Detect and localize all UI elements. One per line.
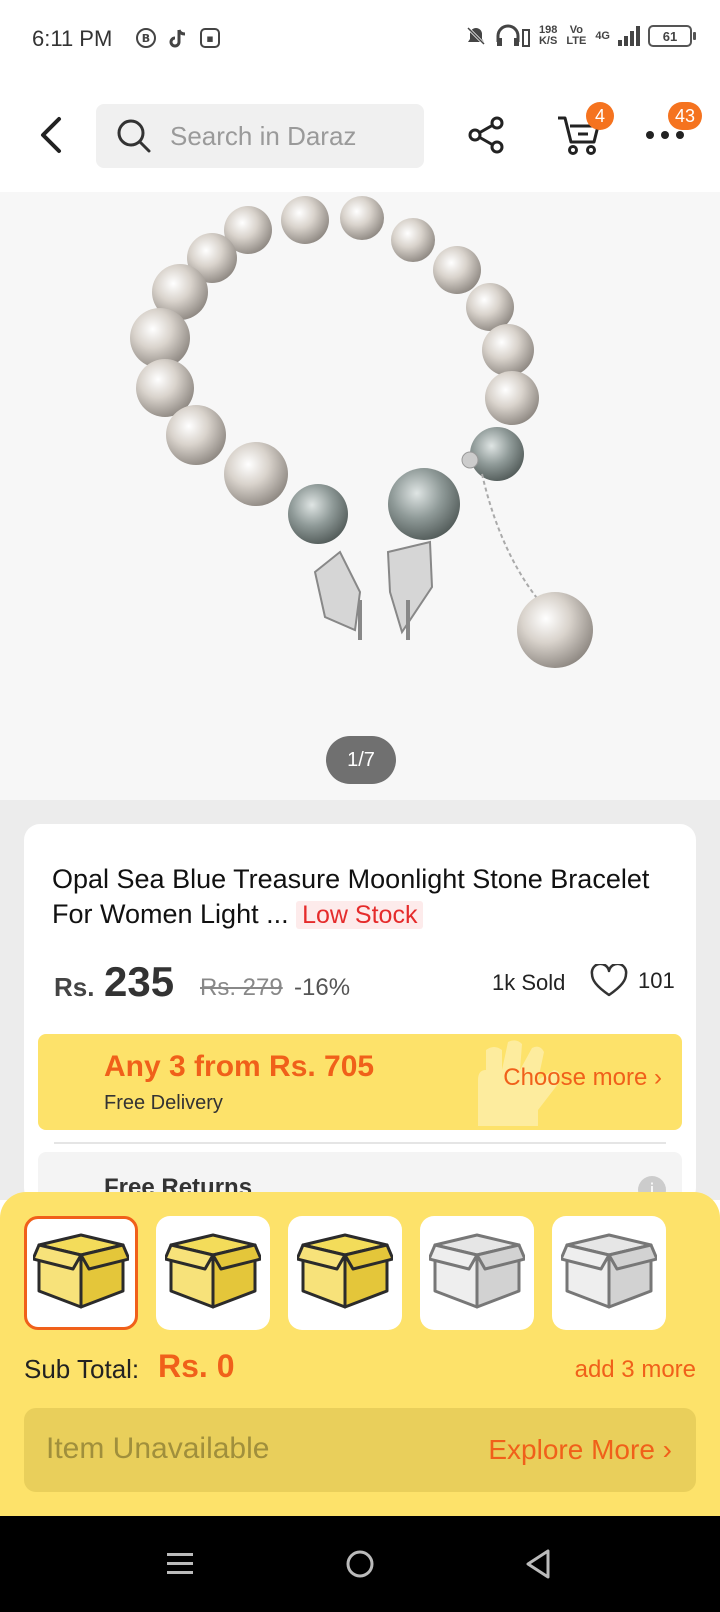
more-button[interactable]: 43 bbox=[640, 102, 702, 160]
chevron-left-icon bbox=[41, 117, 61, 153]
cart-button[interactable]: 4 bbox=[552, 102, 614, 160]
currency-label: Rs. bbox=[54, 972, 95, 1002]
battery-icon: 61 bbox=[648, 25, 696, 47]
notification-icons: B ▪ bbox=[136, 28, 220, 50]
cart-badge: 4 bbox=[586, 102, 614, 130]
heart-icon bbox=[590, 964, 628, 997]
subtotal-label: Sub Total: bbox=[24, 1354, 140, 1384]
bundle-slot[interactable] bbox=[24, 1216, 138, 1330]
network-type: 4G bbox=[595, 29, 610, 42]
more-badge: 43 bbox=[668, 102, 702, 130]
product-gallery[interactable]: 1/7 bbox=[0, 192, 720, 800]
original-price: Rs. 279 bbox=[200, 974, 283, 1001]
back-button[interactable] bbox=[30, 110, 70, 160]
item-unavailable-label: Item Unavailable bbox=[46, 1432, 270, 1465]
bundle-promo-banner[interactable]: Any 3 from Rs. 705 Free Delivery Choose … bbox=[38, 1034, 682, 1130]
box-icon bbox=[561, 1233, 657, 1309]
choose-more-link[interactable]: Choose more › bbox=[503, 1064, 662, 1092]
net-speed: 198 K/S bbox=[538, 24, 558, 47]
b-app-icon: B bbox=[136, 28, 156, 48]
bundle-slots bbox=[24, 1216, 666, 1330]
bundle-action-bar: Item Unavailable Explore More › bbox=[24, 1408, 696, 1492]
low-stock-badge: Low Stock bbox=[296, 901, 424, 929]
bundle-slot[interactable] bbox=[156, 1216, 270, 1330]
share-icon bbox=[468, 116, 504, 154]
promo-title: Any 3 from Rs. 705 bbox=[104, 1050, 375, 1083]
triangle-back-icon bbox=[526, 1549, 550, 1579]
bundle-slot[interactable] bbox=[288, 1216, 402, 1330]
divider bbox=[54, 1142, 666, 1144]
product-image bbox=[130, 196, 593, 668]
bundle-slot[interactable] bbox=[552, 1216, 666, 1330]
back-nav-button[interactable] bbox=[518, 1544, 558, 1584]
search-icon bbox=[117, 119, 151, 153]
status-time: 6:11 PM bbox=[32, 26, 113, 51]
box-icon bbox=[33, 1233, 129, 1309]
product-info-card: Opal Sea Blue Treasure Moonlight Stone B… bbox=[24, 824, 696, 1212]
search-bar[interactable] bbox=[96, 104, 424, 168]
gallery-page-indicator: 1/7 bbox=[326, 736, 396, 784]
app-header: 4 43 bbox=[0, 80, 720, 190]
wishlist-count: 101 bbox=[638, 968, 675, 993]
home-circle-icon bbox=[346, 1550, 374, 1578]
box-icon bbox=[165, 1233, 261, 1309]
box-icon bbox=[429, 1233, 525, 1309]
sold-count: 1k Sold bbox=[492, 970, 566, 995]
bundle-slot[interactable] bbox=[420, 1216, 534, 1330]
promo-subtitle: Free Delivery bbox=[104, 1092, 223, 1114]
signal-icon bbox=[618, 26, 640, 46]
app-notification-icon: ▪ bbox=[200, 28, 220, 48]
bundle-panel: Sub Total: Rs. 0 add 3 more Item Unavail… bbox=[0, 1192, 720, 1516]
explore-more-button[interactable]: Explore More › bbox=[488, 1434, 672, 1466]
recents-button[interactable] bbox=[160, 1544, 200, 1584]
price-row: Rs. 235 Rs. 279 -16% 1k Sold 101 bbox=[54, 958, 675, 1008]
bell-muted-icon bbox=[466, 26, 486, 46]
current-price: 235 bbox=[104, 958, 175, 1005]
subtotal-value: Rs. 0 bbox=[158, 1348, 235, 1384]
share-button[interactable] bbox=[462, 110, 512, 160]
menu-icon bbox=[167, 1553, 193, 1574]
status-bar: 6:11 PM B ▪ 198 K/S Vo LTE 4G 61 bbox=[0, 0, 720, 80]
tiktok-icon bbox=[169, 29, 186, 48]
more-dots-icon bbox=[646, 131, 684, 139]
chevron-right-icon: › bbox=[662, 1434, 672, 1465]
add-more-label: add 3 more bbox=[574, 1356, 696, 1383]
wishlist-button[interactable]: 101 bbox=[590, 964, 675, 998]
discount-percent: -16% bbox=[294, 974, 351, 1001]
home-button[interactable] bbox=[340, 1544, 380, 1584]
system-nav-bar bbox=[0, 1516, 720, 1612]
volte-label: Vo LTE bbox=[566, 24, 587, 47]
chevron-right-icon: › bbox=[654, 1064, 662, 1091]
headphones-icon bbox=[496, 24, 530, 47]
box-icon bbox=[297, 1233, 393, 1309]
search-input[interactable] bbox=[170, 120, 400, 152]
product-title[interactable]: Opal Sea Blue Treasure Moonlight Stone B… bbox=[52, 862, 672, 933]
